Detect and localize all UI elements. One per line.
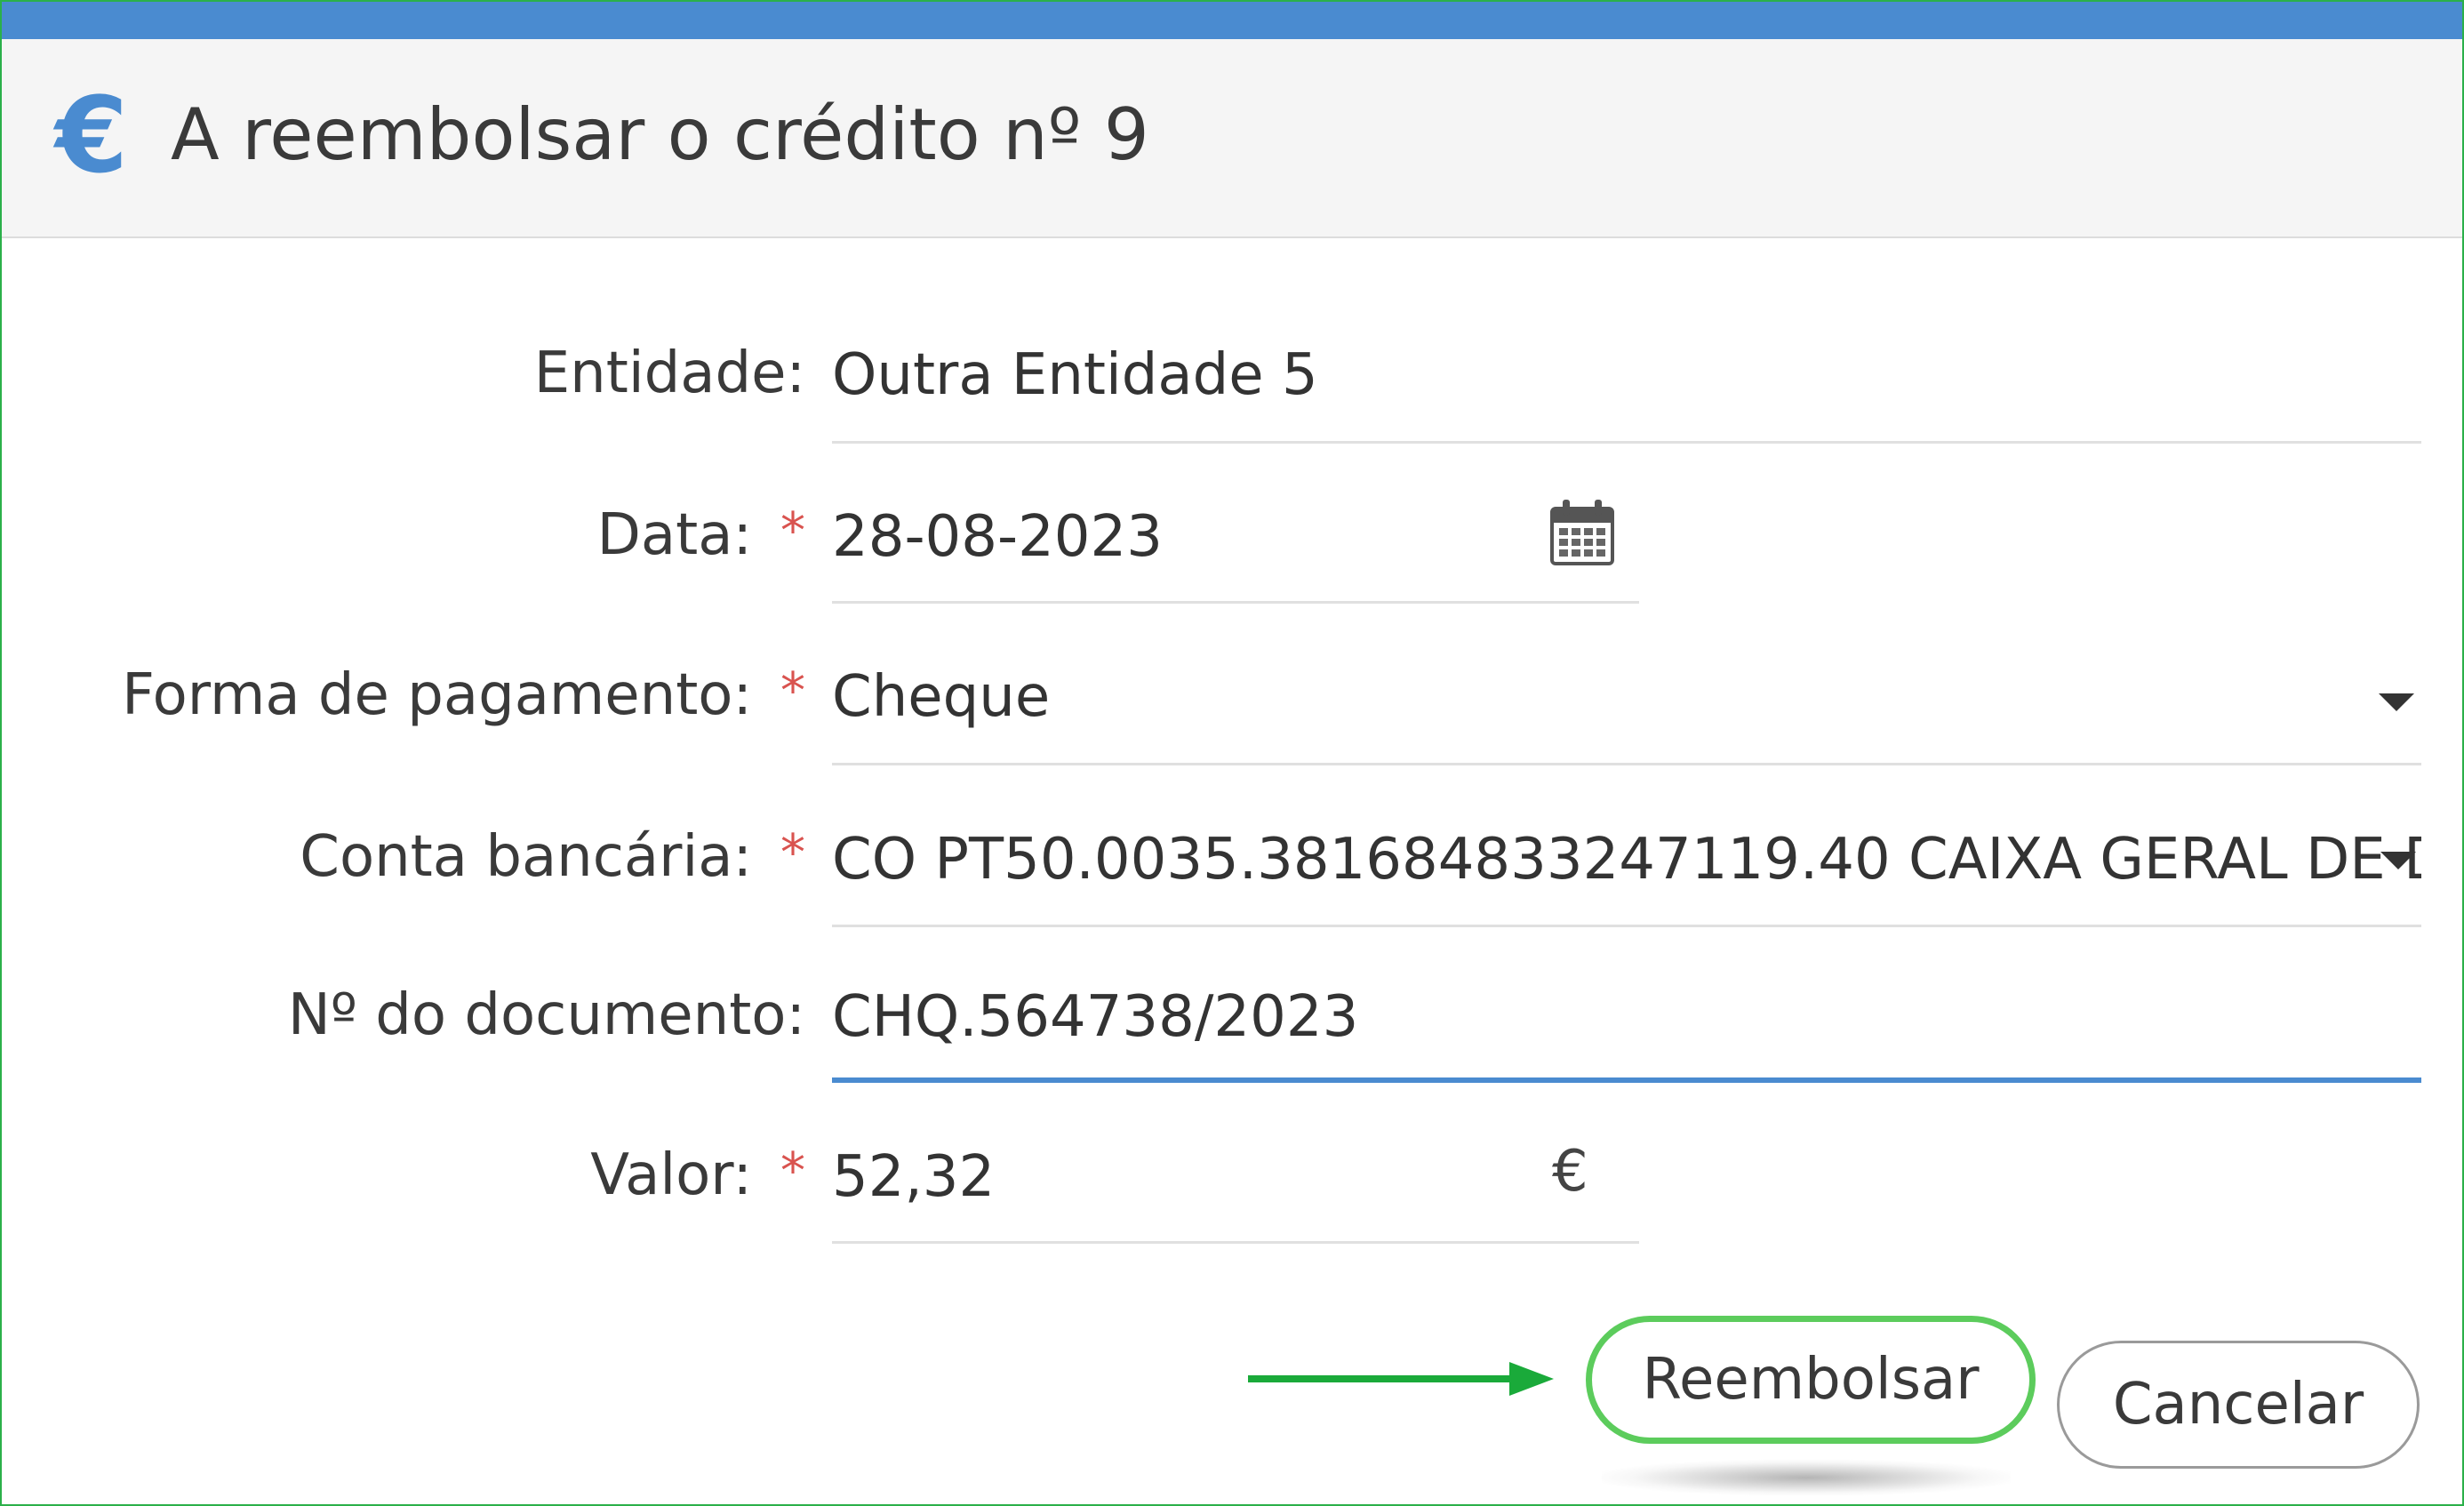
currency-euro-icon: € xyxy=(1552,1139,1588,1205)
document-number-underline-focused xyxy=(832,1077,2421,1083)
dialog-header: € A reembolsar o crédito nº 9 xyxy=(2,39,2462,238)
chevron-down-icon[interactable] xyxy=(2379,693,2414,711)
bank-account-value: CO PT50.0035.381684833247119.40 CAIXA GE… xyxy=(832,827,2421,893)
dialog-title: A reembolsar o crédito nº 9 xyxy=(171,93,1149,176)
conta-bancaria-required-mark: * xyxy=(780,824,805,882)
payment-method-underline xyxy=(832,763,2421,765)
euro-icon: € xyxy=(55,74,129,196)
reembolsar-button[interactable]: Reembolsar xyxy=(1586,1316,2036,1444)
date-input[interactable]: 28-08-2023 xyxy=(832,501,1163,573)
valor-required-mark: * xyxy=(780,1142,805,1200)
entidade-value: Outra Entidade 5 xyxy=(832,342,1318,408)
calendar-addon-underline xyxy=(1524,601,1639,604)
document-number-input[interactable]: CHQ.564738/2023 xyxy=(832,981,1358,1053)
amount-input[interactable]: 52,32 xyxy=(832,1142,995,1213)
date-underline xyxy=(832,601,1639,604)
num-documento-label: Nº do documento: xyxy=(287,982,805,1048)
conta-bancaria-label: Conta bancária: xyxy=(300,824,752,890)
forma-pagamento-label: Forma de pagamento: xyxy=(122,662,752,728)
button-shadow xyxy=(1602,1460,2011,1495)
bank-account-underline xyxy=(832,925,2421,927)
data-label: Data: xyxy=(596,502,752,568)
calendar-icon[interactable] xyxy=(1550,498,1614,567)
currency-addon-underline xyxy=(1524,1241,1639,1244)
cancel-button[interactable]: Cancelar xyxy=(2057,1341,2420,1469)
amount-underline xyxy=(832,1241,1639,1244)
payment-method-select[interactable]: Cheque xyxy=(832,661,1050,733)
bank-account-select[interactable]: CO PT50.0035.381684833247119.40 CAIXA GE… xyxy=(832,820,2421,900)
entidade-underline xyxy=(832,441,2421,444)
forma-pagamento-required-mark: * xyxy=(780,662,805,720)
arrow-right-icon xyxy=(1248,1362,1554,1396)
entidade-label: Entidade: xyxy=(533,340,805,406)
valor-label: Valor: xyxy=(590,1142,752,1208)
chevron-down-icon[interactable] xyxy=(2380,852,2416,869)
data-required-mark: * xyxy=(780,502,805,560)
dialog-top-bar xyxy=(2,2,2462,39)
refund-dialog: € A reembolsar o crédito nº 9 Entidade: … xyxy=(0,0,2464,1506)
